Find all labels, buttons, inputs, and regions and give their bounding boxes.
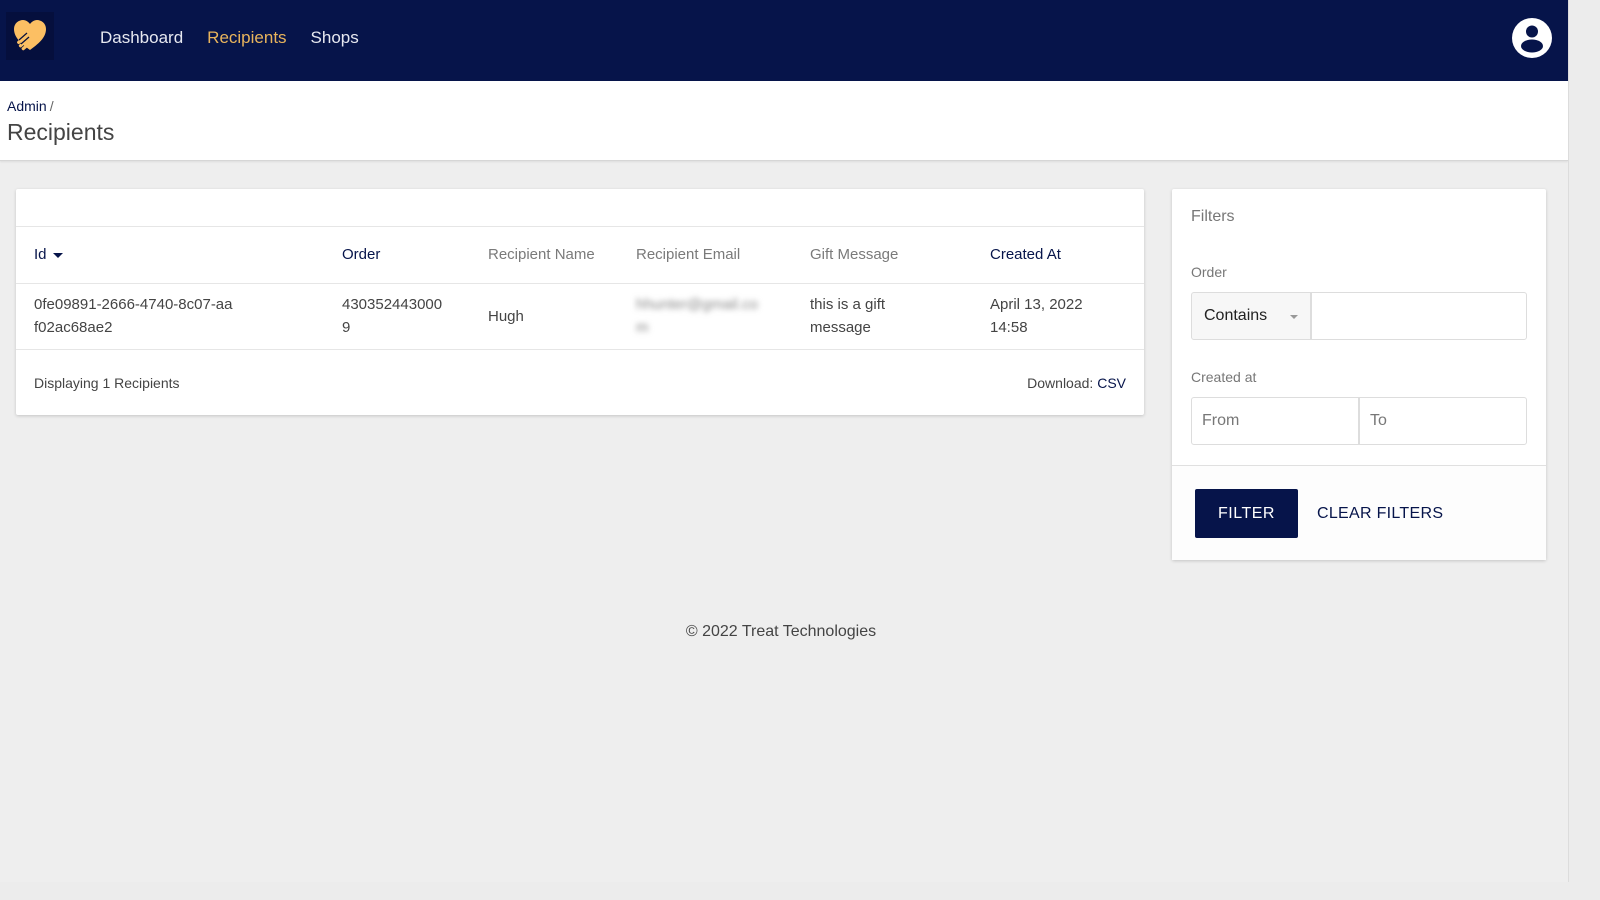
cell-id-text: 0fe09891-2666-4740-8c07-aaf02ac68ae2 bbox=[34, 296, 233, 336]
logo[interactable] bbox=[6, 12, 54, 60]
filters-panel: Filters Order Contains Created at FILTER… bbox=[1172, 189, 1546, 560]
created-at-to-input[interactable] bbox=[1359, 397, 1527, 445]
clear-filters-button[interactable]: CLEAR FILTERS bbox=[1307, 489, 1453, 538]
cell-gift-message: this is a gift message bbox=[810, 283, 990, 350]
column-header-label: Id bbox=[34, 246, 47, 264]
cell-email-text-redacted: hhunter@gmail.com bbox=[636, 296, 758, 336]
cell-recipient-email: hhunter@gmail.com bbox=[636, 283, 810, 350]
column-header-recipient-name: Recipient Name bbox=[488, 227, 636, 284]
created-at-filter-label: Created at bbox=[1191, 369, 1257, 385]
nav-link-shops[interactable]: Shops bbox=[311, 28, 359, 48]
cell-id: 0fe09891-2666-4740-8c07-aaf02ac68ae2 bbox=[16, 283, 342, 350]
cell-created-at: April 13, 2022 14:58 bbox=[990, 283, 1144, 350]
cell-order-text: 4303524430009 bbox=[342, 296, 443, 336]
order-operator-value: Contains bbox=[1204, 307, 1268, 324]
filter-actions: FILTER CLEAR FILTERS bbox=[1172, 465, 1546, 560]
column-header-recipient-email: Recipient Email bbox=[636, 227, 810, 284]
column-header-id[interactable]: Id bbox=[16, 227, 342, 284]
page: Dashboard Recipients Shops Admin / Recipi… bbox=[0, 0, 1568, 882]
order-filter-input[interactable] bbox=[1311, 292, 1527, 340]
column-header-created-at[interactable]: Created At bbox=[990, 227, 1144, 284]
column-header-gift-message: Gift Message bbox=[810, 227, 990, 284]
nav-link-recipients[interactable]: Recipients bbox=[207, 28, 286, 48]
table-footer: Displaying 1 Recipients Download: CSV bbox=[16, 350, 1144, 416]
column-header-order[interactable]: Order bbox=[342, 227, 488, 284]
cell-gift-text: this is a gift message bbox=[810, 296, 886, 336]
created-at-from-input[interactable] bbox=[1191, 397, 1359, 445]
nav-link-dashboard[interactable]: Dashboard bbox=[100, 28, 183, 48]
table-header-row: Id Order Recipient Name Recipient Email … bbox=[16, 227, 1144, 284]
breadcrumb-admin-link[interactable]: Admin bbox=[7, 98, 47, 114]
sort-desc-icon bbox=[52, 252, 63, 258]
download-csv-link[interactable]: CSV bbox=[1097, 375, 1126, 391]
page-title: Recipients bbox=[7, 119, 115, 145]
recipients-table: Id Order Recipient Name Recipient Email … bbox=[16, 227, 1144, 350]
nav-links: Dashboard Recipients Shops bbox=[100, 28, 383, 48]
page-header: Admin / Recipients bbox=[0, 81, 1568, 161]
breadcrumb-separator: / bbox=[49, 98, 54, 114]
copyright-footer: © 2022 Treat Technologies bbox=[685, 623, 877, 640]
record-count: Displaying 1 Recipients bbox=[34, 374, 180, 391]
cell-order: 4303524430009 bbox=[342, 283, 488, 350]
download-label: Download: bbox=[1027, 374, 1094, 391]
table-row: 0fe09891-2666-4740-8c07-aaf02ac68ae2 430… bbox=[16, 283, 1144, 350]
scrollbar-gutter bbox=[1568, 0, 1600, 900]
top-nav: Dashboard Recipients Shops bbox=[0, 0, 1568, 81]
order-filter-label: Order bbox=[1191, 264, 1227, 280]
breadcrumb: Admin / bbox=[7, 98, 54, 114]
table-toolbar bbox=[16, 189, 1144, 227]
filters-title: Filters bbox=[1191, 208, 1235, 225]
cell-recipient-name: Hugh bbox=[488, 283, 636, 350]
cell-created-text: April 13, 2022 14:58 bbox=[990, 296, 1083, 336]
download-section: Download: CSV bbox=[1027, 375, 1126, 391]
account-circle-icon[interactable] bbox=[1511, 17, 1553, 59]
heart-hand-icon bbox=[14, 20, 46, 51]
recipients-table-card: Id Order Recipient Name Recipient Email … bbox=[16, 189, 1144, 415]
bottom-edge bbox=[0, 882, 1600, 900]
filter-button[interactable]: FILTER bbox=[1195, 489, 1298, 538]
order-operator-select[interactable]: Contains bbox=[1191, 292, 1311, 340]
chevron-down-icon bbox=[1290, 315, 1298, 319]
